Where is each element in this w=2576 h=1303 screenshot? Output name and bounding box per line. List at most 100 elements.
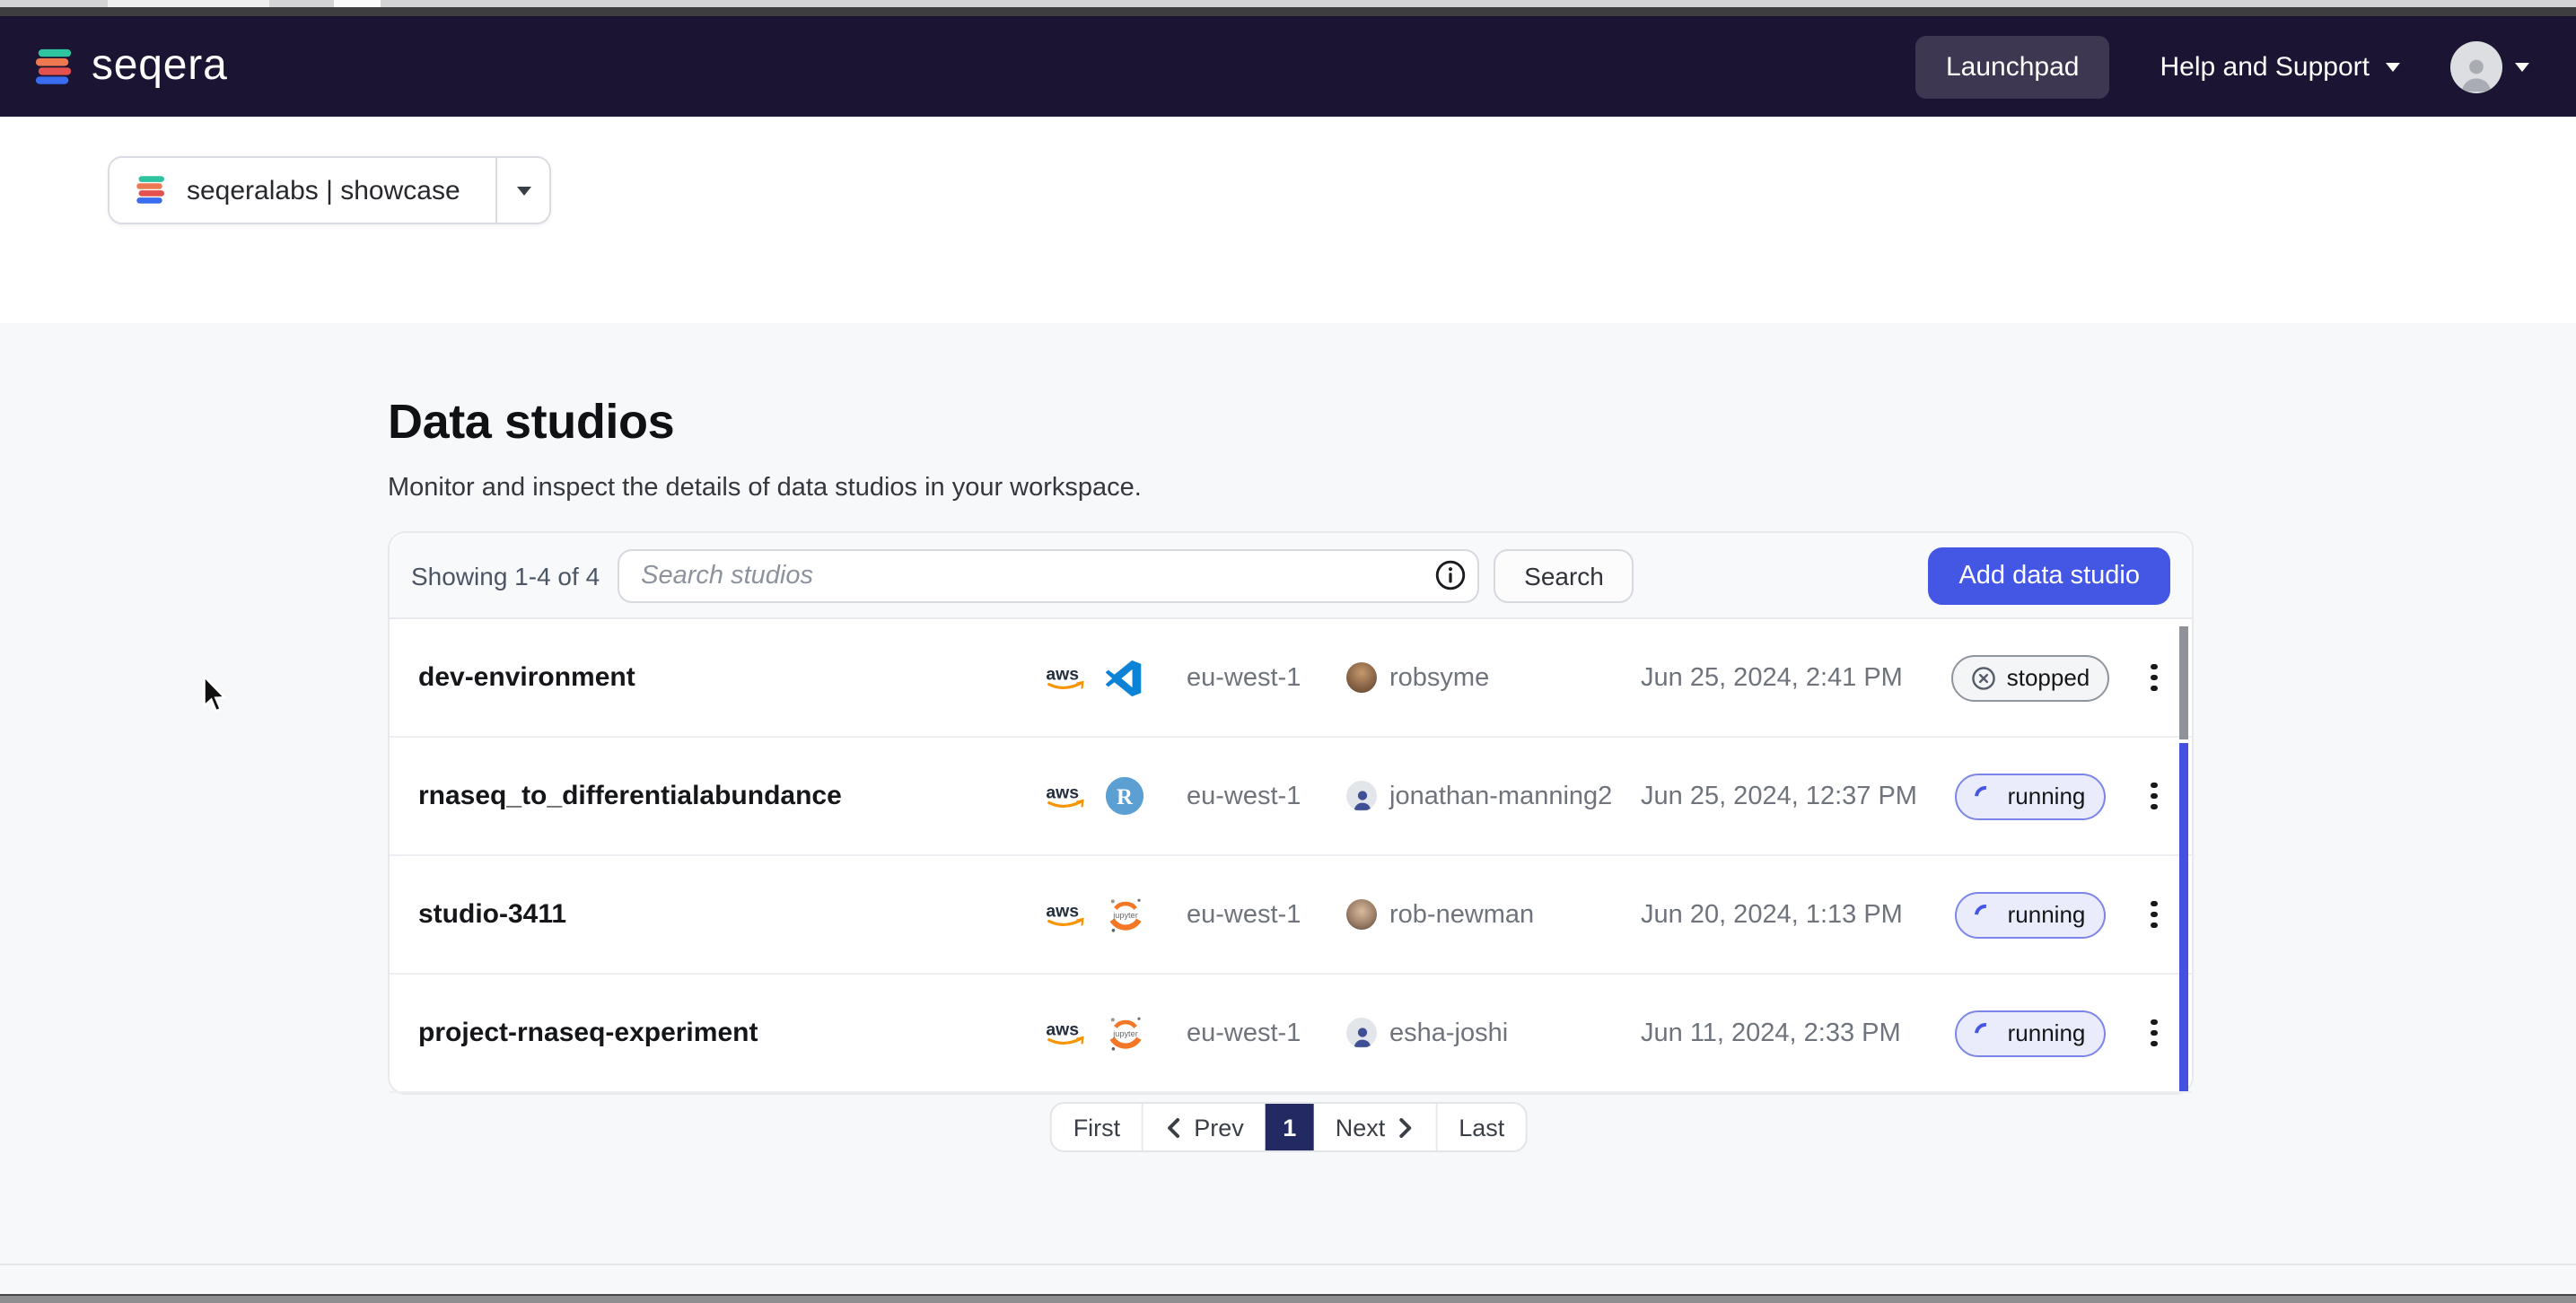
pagination-prev[interactable]: Prev — [1143, 1104, 1266, 1150]
search-info-button[interactable] — [1424, 548, 1477, 602]
svg-text:aws: aws — [1046, 902, 1079, 922]
footer-divider — [0, 1264, 2576, 1265]
rstudio-icon: R — [1104, 775, 1145, 817]
seqera-logo-icon — [32, 46, 75, 87]
region: eu-west-1 — [1187, 1019, 1346, 1047]
table-row[interactable]: rnaseq_to_differentialabundance aws R eu… — [390, 738, 2192, 856]
studio-name: studio-3411 — [418, 899, 1043, 930]
workspace-dropdown-toggle[interactable] — [496, 158, 550, 223]
created-date: Jun 25, 2024, 2:41 PM — [1641, 663, 1944, 692]
status-label: running — [2008, 1019, 2086, 1046]
data-studios-card: Showing 1-4 of 4 Search Add data studio — [388, 531, 2194, 1095]
pagination-current-page[interactable]: 1 — [1266, 1104, 1314, 1150]
workspace-name: seqeralabs | showcase — [187, 175, 460, 206]
svg-text:aws: aws — [1046, 783, 1079, 803]
seqera-mark-icon — [135, 174, 167, 206]
table-row[interactable]: dev-environment aws eu-west-1 robsyme — [390, 619, 2192, 738]
row-menu-button[interactable] — [2140, 889, 2168, 940]
jupyter-icon: jupyter — [1104, 893, 1147, 936]
pagination-prev-label: Prev — [1194, 1114, 1244, 1141]
workspace-selector[interactable]: seqeralabs | showcase — [108, 156, 552, 224]
launchpad-button[interactable]: Launchpad — [1915, 35, 2110, 98]
jupyter-icon: jupyter — [1104, 1011, 1147, 1054]
main-content: Data studios Monitor and inspect the det… — [0, 323, 2576, 1303]
table-row[interactable]: studio-3411 aws jupyter eu-west-1 — [390, 856, 2192, 975]
user-avatar — [1346, 899, 1377, 930]
user-name: rob-newman — [1389, 900, 1534, 929]
user-cell: jonathan-manning2 — [1346, 781, 1641, 811]
user-cell: esha-joshi — [1346, 1018, 1641, 1048]
page-subtitle: Monitor and inspect the details of data … — [388, 474, 1142, 503]
chevron-down-icon — [2386, 62, 2400, 71]
help-label: Help and Support — [2160, 51, 2370, 82]
browser-top-edge — [0, 0, 2576, 7]
user-menu[interactable] — [2450, 40, 2529, 92]
svg-text:aws: aws — [1046, 665, 1079, 685]
avatar — [2450, 40, 2502, 92]
add-data-studio-button[interactable]: Add data studio — [1928, 547, 2170, 604]
table-toolbar: Showing 1-4 of 4 Search Add data studio — [390, 533, 2192, 619]
running-spinner-icon — [1971, 781, 2002, 811]
browser-window-edge — [0, 7, 2576, 16]
status-label: running — [2008, 901, 2086, 928]
studio-name: project-rnaseq-experiment — [418, 1018, 1043, 1048]
stopped-icon — [1971, 665, 1996, 690]
region: eu-west-1 — [1187, 782, 1346, 810]
row-menu-button[interactable] — [2140, 1008, 2168, 1058]
running-spinner-icon — [1971, 899, 2002, 930]
header-area: seqeralabs | showcase Launchpad Runs Act… — [0, 117, 2576, 323]
row-menu-button[interactable] — [2140, 652, 2168, 703]
user-name: robsyme — [1389, 663, 1489, 692]
user-cell: rob-newman — [1346, 899, 1641, 930]
svg-text:R: R — [1117, 785, 1134, 809]
search-button[interactable]: Search — [1494, 548, 1634, 602]
pagination-next-label: Next — [1336, 1114, 1386, 1141]
chevron-left-icon — [1165, 1115, 1181, 1139]
seqera-logo[interactable]: seqera — [32, 45, 228, 88]
status-label: running — [2008, 783, 2086, 809]
user-avatar — [1346, 662, 1377, 693]
chevron-right-icon — [1398, 1115, 1414, 1139]
row-menu-button[interactable] — [2140, 771, 2168, 821]
studio-name: dev-environment — [418, 662, 1043, 693]
running-spinner-icon — [1971, 1018, 2002, 1048]
pagination-next[interactable]: Next — [1314, 1104, 1436, 1150]
created-date: Jun 25, 2024, 12:37 PM — [1641, 782, 1944, 810]
info-icon — [1434, 558, 1467, 592]
pagination-first[interactable]: First — [1052, 1104, 1144, 1150]
status-badge: running — [1956, 1010, 2106, 1056]
brand-name: seqera — [92, 45, 228, 88]
aws-icon: aws — [1043, 1018, 1091, 1048]
svg-text:jupyter: jupyter — [1112, 910, 1138, 919]
scrollbar-track[interactable] — [2179, 743, 2188, 1091]
chevron-down-icon — [2515, 62, 2529, 71]
status-badge: running — [1956, 891, 2106, 938]
vscode-icon — [1104, 658, 1143, 697]
created-date: Jun 20, 2024, 1:13 PM — [1641, 900, 1944, 929]
top-navbar: seqera Launchpad Help and Support — [0, 16, 2576, 117]
region: eu-west-1 — [1187, 900, 1346, 929]
region: eu-west-1 — [1187, 663, 1346, 692]
pagination-last[interactable]: Last — [1435, 1104, 1526, 1150]
showing-count: Showing 1-4 of 4 — [411, 561, 600, 590]
user-avatar — [1346, 1018, 1377, 1048]
svg-text:aws: aws — [1046, 1020, 1079, 1040]
created-date: Jun 11, 2024, 2:33 PM — [1641, 1019, 1944, 1047]
aws-icon: aws — [1043, 781, 1091, 811]
page-title: Data studios — [388, 395, 674, 450]
svg-text:jupyter: jupyter — [1112, 1028, 1138, 1037]
browser-bottom-edge — [0, 1294, 2576, 1303]
aws-icon: aws — [1043, 662, 1091, 693]
search-input[interactable] — [619, 561, 1424, 590]
status-badge: stopped — [1951, 654, 2110, 701]
scrollbar-thumb[interactable] — [2179, 626, 2188, 739]
chevron-down-icon — [517, 186, 531, 195]
status-label: stopped — [2007, 664, 2090, 691]
user-avatar — [1346, 781, 1377, 811]
search-input-group — [618, 548, 1479, 602]
user-name: jonathan-manning2 — [1389, 782, 1612, 810]
aws-icon: aws — [1043, 899, 1091, 930]
help-and-support-menu[interactable]: Help and Support — [2160, 51, 2401, 82]
studio-name: rnaseq_to_differentialabundance — [418, 781, 1043, 811]
table-row[interactable]: project-rnaseq-experiment aws jupyter eu… — [390, 975, 2192, 1093]
